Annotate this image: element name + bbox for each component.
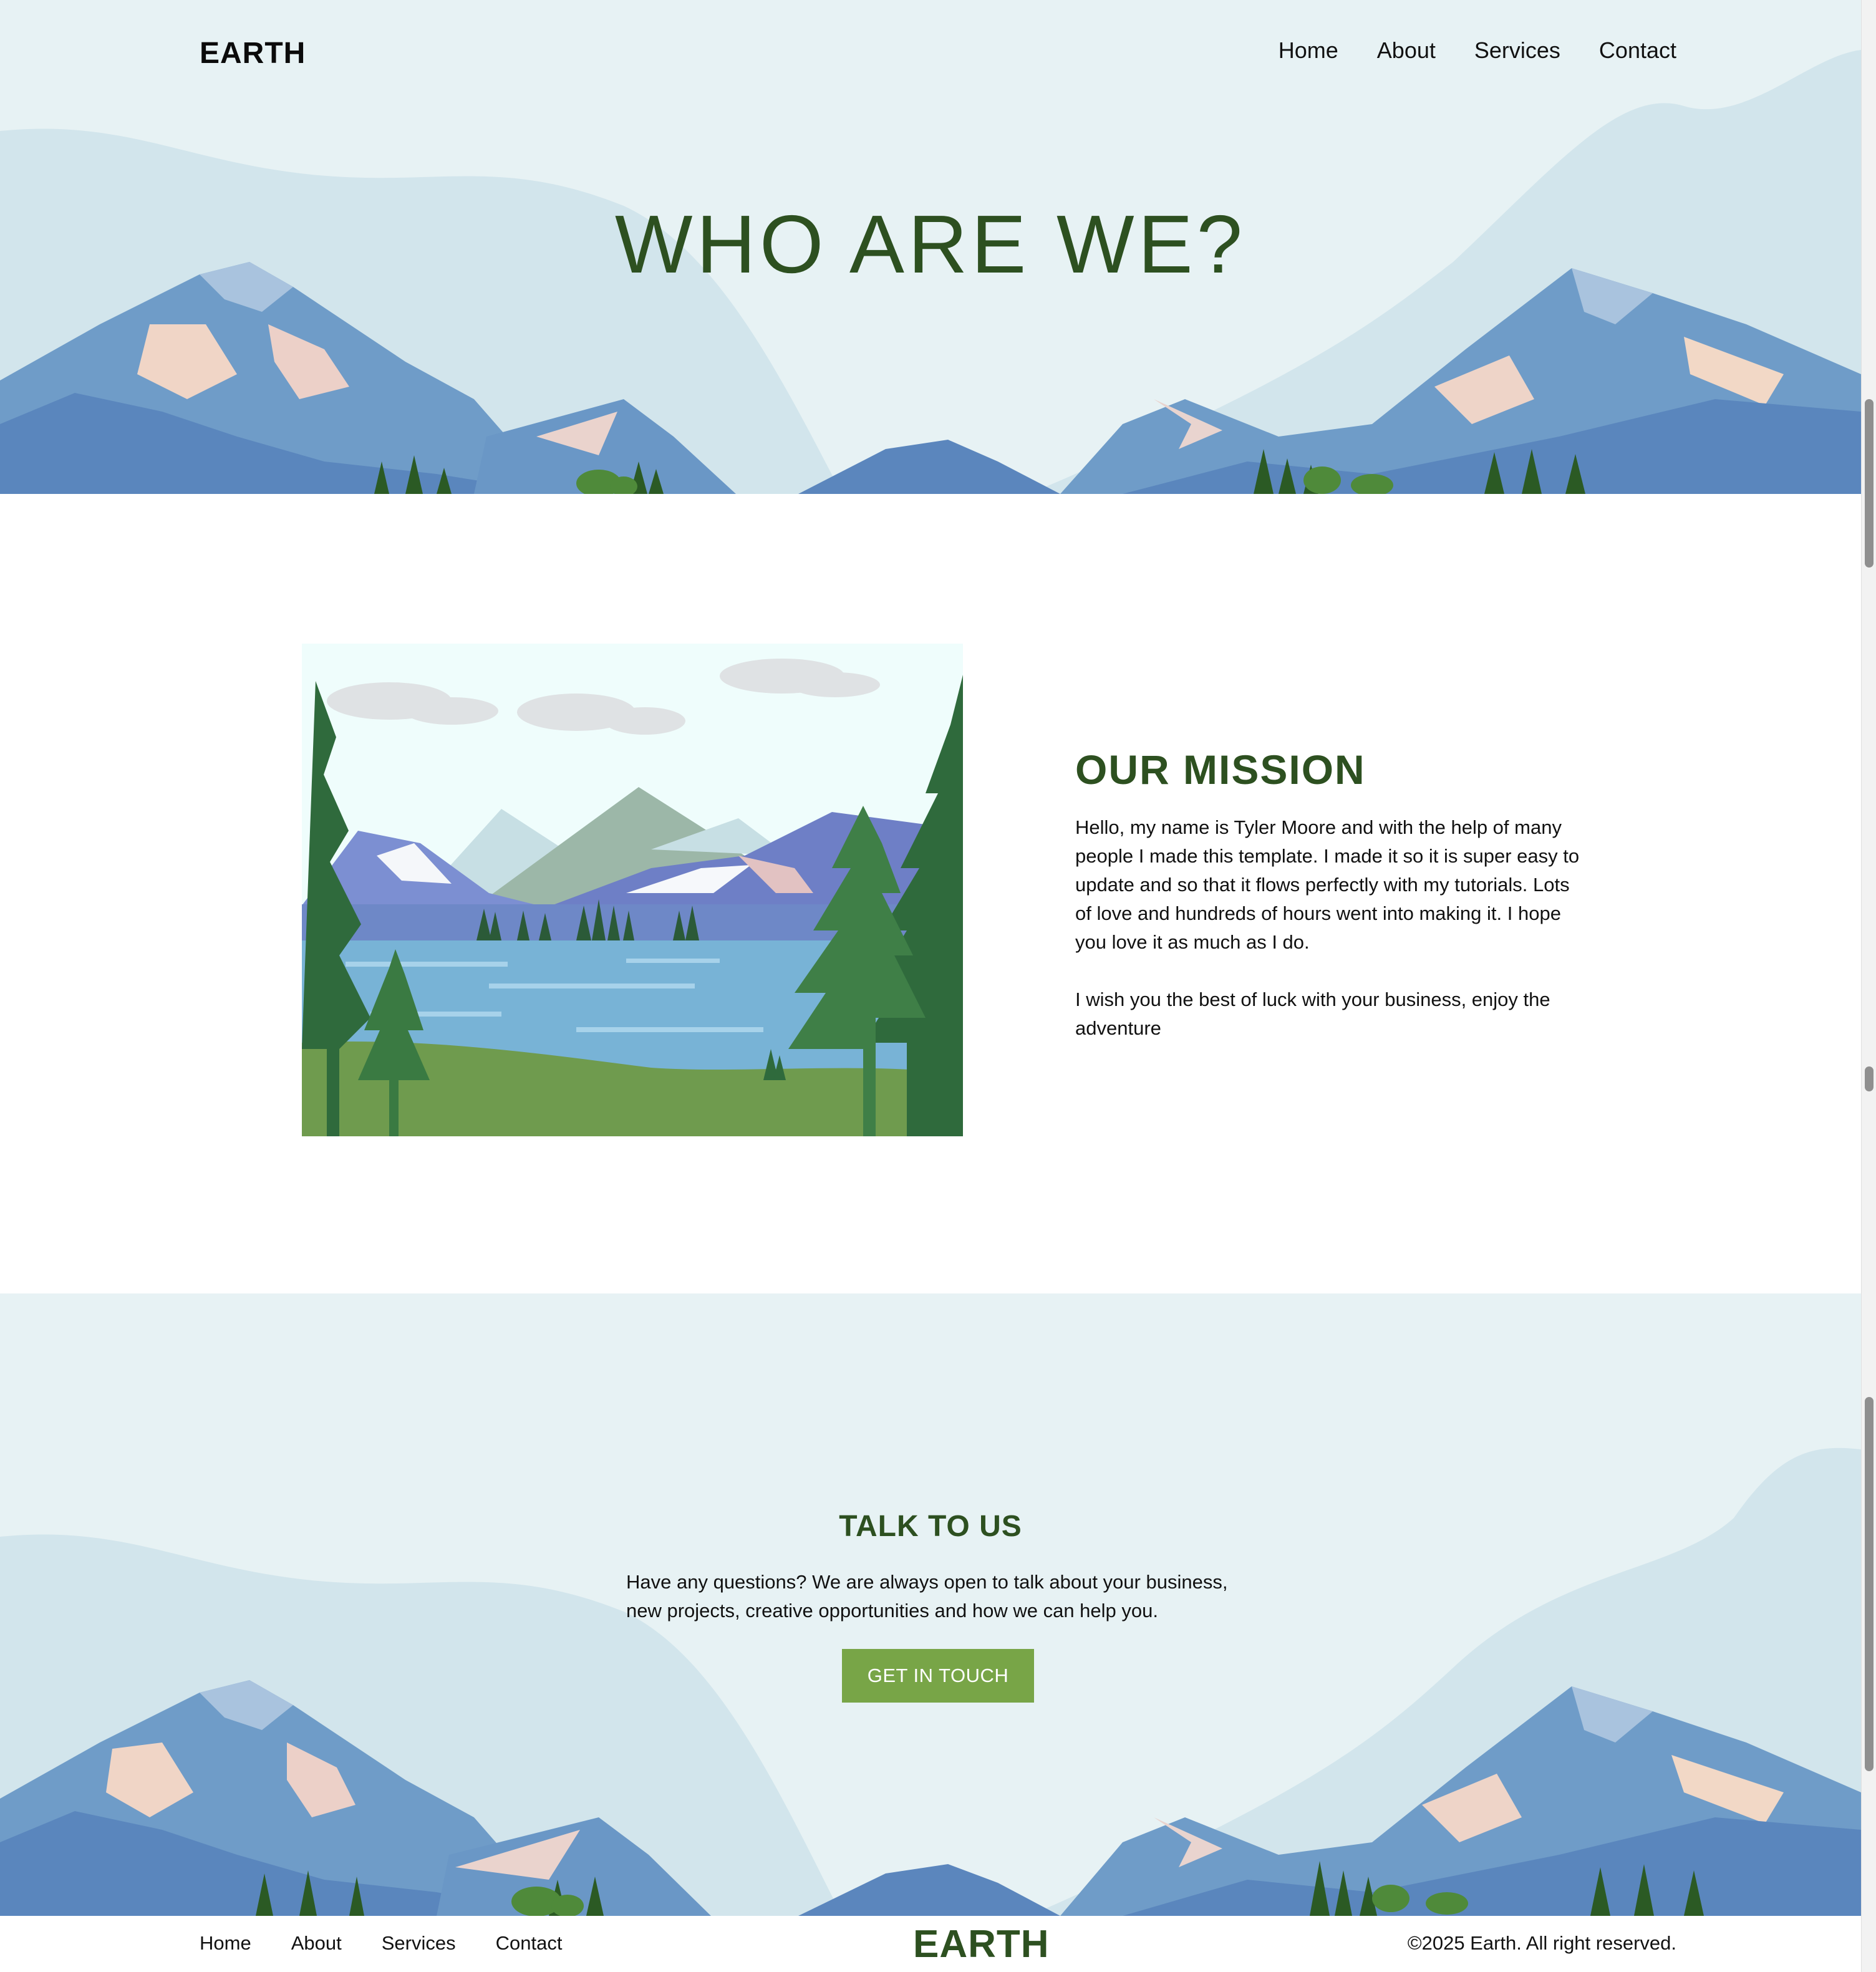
cta-title: TALK TO US <box>839 1510 1022 1543</box>
get-in-touch-button[interactable]: GET IN TOUCH <box>842 1649 1034 1703</box>
lake-landscape-illustration <box>302 644 963 1136</box>
nav-item-contact[interactable]: Contact <box>1599 37 1676 64</box>
footer: Home About Services Contact EARTH ©2025 … <box>0 1916 1861 1972</box>
nav-item-about[interactable]: About <box>1377 37 1436 64</box>
nav-item-services[interactable]: Services <box>1474 37 1560 64</box>
scrollbar-marker <box>1865 1066 1874 1091</box>
footer-nav: Home About Services Contact <box>200 1932 562 1955</box>
header-nav: Home About Services Contact <box>1279 37 1676 64</box>
footer-copyright: ©2025 Earth. All right reserved. <box>1407 1932 1676 1954</box>
footer-nav-item-about[interactable]: About <box>291 1932 342 1955</box>
mission-text-block: OUR MISSION Hello, my name is Tyler Moor… <box>1075 746 1580 1071</box>
footer-logo[interactable]: EARTH <box>913 1922 1050 1966</box>
scrollbar[interactable] <box>1861 0 1876 1972</box>
mission-paragraph-1: Hello, my name is Tyler Moore and with t… <box>1075 816 1580 953</box>
cta-section: TALK TO US Have any questions? We are al… <box>0 1293 1861 1916</box>
page: EARTH Home About Services Contact WHO AR… <box>0 0 1861 1972</box>
mission-title: OUR MISSION <box>1075 747 1366 793</box>
mission-section: OUR MISSION Hello, my name is Tyler Moor… <box>0 494 1861 1293</box>
footer-nav-item-services[interactable]: Services <box>382 1932 456 1955</box>
hero-section: EARTH Home About Services Contact WHO AR… <box>0 0 1861 494</box>
mission-paragraph-2: I wish you the best of luck with your bu… <box>1075 988 1550 1039</box>
header-logo[interactable]: EARTH <box>200 36 306 70</box>
footer-nav-item-home[interactable]: Home <box>200 1932 251 1955</box>
nav-item-home[interactable]: Home <box>1279 37 1338 64</box>
footer-nav-item-contact[interactable]: Contact <box>496 1932 563 1955</box>
cta-text: Have any questions? We are always open t… <box>626 1571 1228 1622</box>
scrollbar-thumb[interactable] <box>1865 399 1874 568</box>
hero-title: WHO ARE WE? <box>614 198 1247 290</box>
scrollbar-marker <box>1865 1397 1874 1771</box>
